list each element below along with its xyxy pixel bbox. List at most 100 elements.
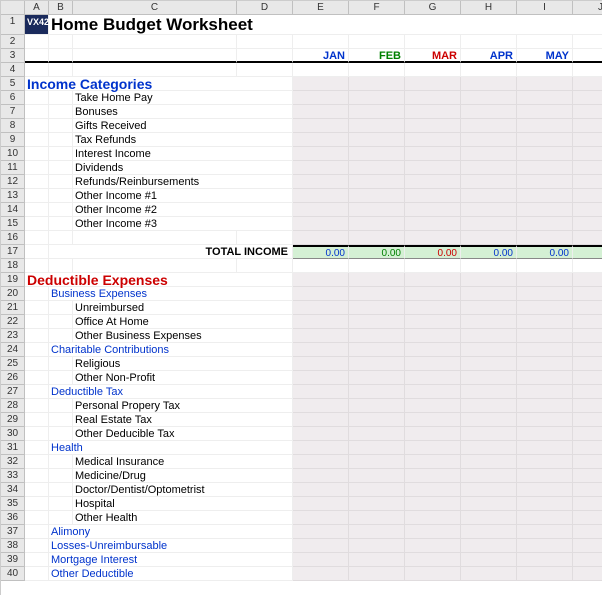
cell[interactable] <box>49 189 73 203</box>
cell[interactable] <box>517 553 573 567</box>
cell[interactable] <box>293 273 349 287</box>
row-header-13[interactable]: 13 <box>1 189 25 203</box>
income-cell[interactable] <box>293 161 349 175</box>
row-header-2[interactable]: 2 <box>1 35 25 49</box>
cell[interactable] <box>49 455 73 469</box>
income-cell[interactable] <box>405 175 461 189</box>
row-header-28[interactable]: 28 <box>1 399 25 413</box>
expense-cell[interactable] <box>517 301 573 315</box>
income-cell[interactable] <box>573 119 602 133</box>
expense-cell[interactable] <box>573 497 602 511</box>
cell[interactable] <box>237 231 293 245</box>
cell[interactable] <box>49 105 73 119</box>
expense-cell[interactable] <box>405 357 461 371</box>
cell[interactable] <box>25 469 49 483</box>
cell[interactable] <box>349 273 405 287</box>
cell[interactable] <box>49 371 73 385</box>
cell[interactable] <box>573 35 602 49</box>
expense-cell[interactable] <box>293 497 349 511</box>
expense-cell[interactable] <box>405 315 461 329</box>
cell[interactable] <box>25 413 49 427</box>
cell[interactable] <box>25 399 49 413</box>
cell[interactable] <box>25 301 49 315</box>
cell[interactable] <box>25 287 49 301</box>
cell[interactable] <box>573 553 602 567</box>
expense-cell[interactable] <box>293 329 349 343</box>
cell[interactable] <box>49 413 73 427</box>
cell[interactable] <box>573 231 602 245</box>
row-header-4[interactable]: 4 <box>1 63 25 77</box>
cell[interactable] <box>49 511 73 525</box>
cell[interactable] <box>517 343 573 357</box>
cell[interactable] <box>517 63 573 77</box>
spreadsheet[interactable]: ABCDEFGHIJK1VX42Home Budget Worksheet23J… <box>0 0 602 595</box>
cell[interactable] <box>25 539 49 553</box>
cell[interactable] <box>73 231 237 245</box>
cell[interactable] <box>293 539 349 553</box>
cell[interactable] <box>25 455 49 469</box>
expense-cell[interactable] <box>349 427 405 441</box>
expense-cell[interactable] <box>573 427 602 441</box>
expense-cell[interactable] <box>461 413 517 427</box>
income-cell[interactable] <box>461 105 517 119</box>
cell[interactable] <box>349 539 405 553</box>
row-header-11[interactable]: 11 <box>1 161 25 175</box>
col-header-C[interactable]: C <box>73 1 237 15</box>
row-header-24[interactable]: 24 <box>1 343 25 357</box>
row-header-40[interactable]: 40 <box>1 567 25 581</box>
cell[interactable] <box>573 287 602 301</box>
cell[interactable] <box>349 343 405 357</box>
income-cell[interactable] <box>461 91 517 105</box>
cell[interactable] <box>517 273 573 287</box>
cell[interactable] <box>405 567 461 581</box>
expense-cell[interactable] <box>517 371 573 385</box>
row-header-17[interactable]: 17 <box>1 245 25 259</box>
cell[interactable] <box>461 539 517 553</box>
expense-cell[interactable] <box>293 371 349 385</box>
row-header-31[interactable]: 31 <box>1 441 25 455</box>
expense-cell[interactable] <box>517 511 573 525</box>
cell[interactable] <box>349 525 405 539</box>
cell[interactable] <box>405 553 461 567</box>
expense-cell[interactable] <box>349 371 405 385</box>
income-cell[interactable] <box>293 105 349 119</box>
income-cell[interactable] <box>573 91 602 105</box>
cell[interactable] <box>349 385 405 399</box>
cell[interactable] <box>25 217 49 231</box>
row-header-22[interactable]: 22 <box>1 315 25 329</box>
cell[interactable] <box>25 483 49 497</box>
cell[interactable] <box>25 119 49 133</box>
expense-cell[interactable] <box>293 511 349 525</box>
cell[interactable] <box>49 175 73 189</box>
cell[interactable] <box>293 553 349 567</box>
cell[interactable] <box>293 441 349 455</box>
cell[interactable] <box>25 357 49 371</box>
cell[interactable] <box>405 385 461 399</box>
expense-cell[interactable] <box>517 329 573 343</box>
cell[interactable] <box>517 35 573 49</box>
cell[interactable] <box>25 343 49 357</box>
expense-cell[interactable] <box>573 371 602 385</box>
income-cell[interactable] <box>517 105 573 119</box>
cell[interactable] <box>293 35 349 49</box>
cell[interactable] <box>573 539 602 553</box>
income-cell[interactable] <box>461 147 517 161</box>
income-cell[interactable] <box>349 175 405 189</box>
row-header-36[interactable]: 36 <box>1 511 25 525</box>
col-header-H[interactable]: H <box>461 1 517 15</box>
income-cell[interactable] <box>349 189 405 203</box>
expense-cell[interactable] <box>461 511 517 525</box>
expense-cell[interactable] <box>349 357 405 371</box>
income-cell[interactable] <box>573 217 602 231</box>
cell[interactable] <box>49 315 73 329</box>
cell[interactable] <box>573 525 602 539</box>
row-header-32[interactable]: 32 <box>1 455 25 469</box>
cell[interactable] <box>25 175 49 189</box>
cell[interactable] <box>573 77 602 91</box>
row-header-39[interactable]: 39 <box>1 553 25 567</box>
income-cell[interactable] <box>573 133 602 147</box>
cell[interactable] <box>25 189 49 203</box>
expense-cell[interactable] <box>293 483 349 497</box>
cell[interactable] <box>49 399 73 413</box>
income-cell[interactable] <box>349 217 405 231</box>
